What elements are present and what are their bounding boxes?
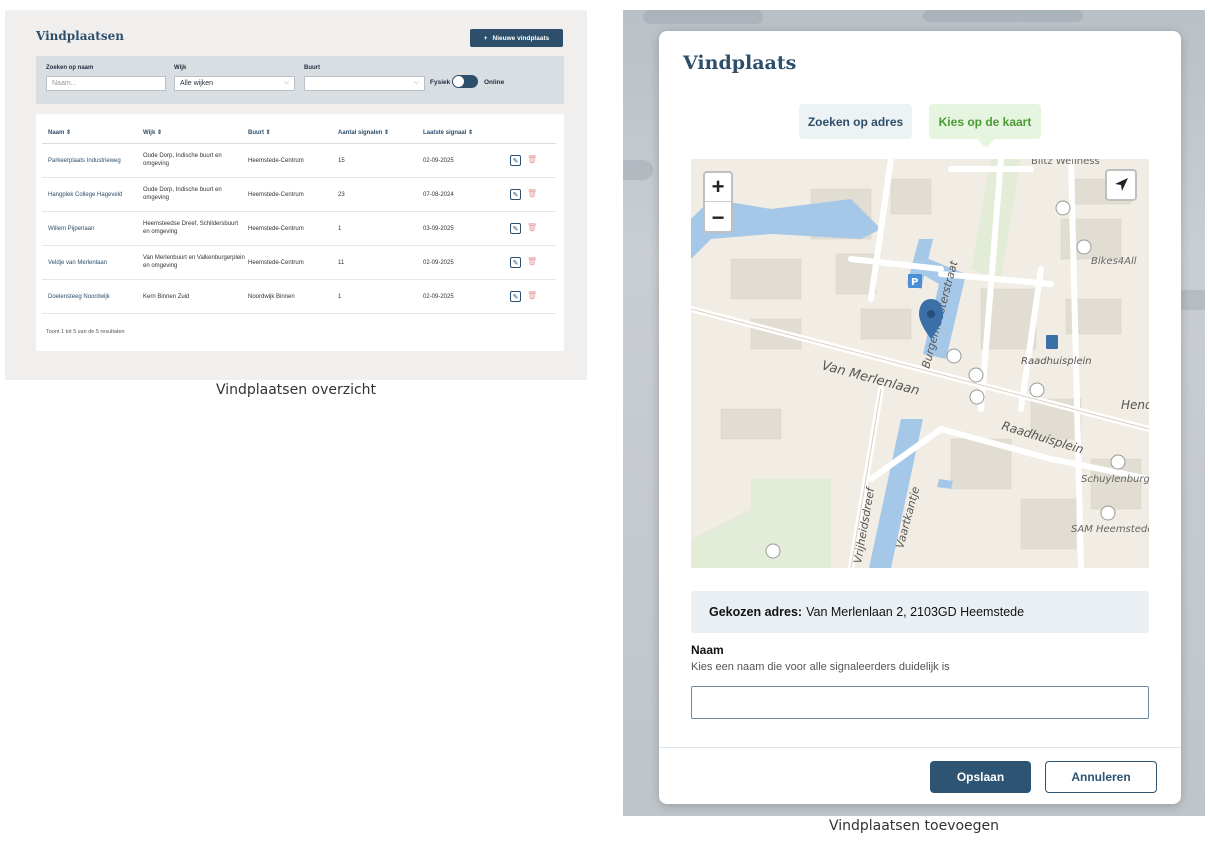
- buurt-label: Buurt: [304, 65, 320, 71]
- map-poi-label: Schuylenburgh: [1081, 474, 1149, 485]
- map-poi-label: SAM Heemstede: [1071, 524, 1149, 535]
- column-header-laatste[interactable]: Laatste signaal ⇕: [423, 129, 473, 136]
- modal-footer-divider: [659, 747, 1181, 748]
- search-label: Zoeken op naam: [46, 65, 94, 71]
- toggle-label-online: Online: [484, 79, 505, 86]
- cell-buurt: Heemstede-Centrum: [248, 226, 304, 232]
- cell-aantal: 15: [338, 158, 345, 164]
- cell-aantal: 1: [338, 294, 342, 300]
- cell-buurt: Heemstede-Centrum: [248, 192, 304, 198]
- address-label: Gekozen adres:: [709, 605, 803, 619]
- column-header-aantal[interactable]: Aantal signalen ⇕: [338, 129, 389, 136]
- column-header-buurt[interactable]: Buurt ⇕: [248, 129, 271, 136]
- vindplaatsen-table: Naam ⇕ Wijk ⇕ Buurt ⇕ Aantal signalen ⇕ …: [36, 114, 564, 351]
- table-row[interactable]: Doelensteeg Noordwijk Kern Binnen Zuid N…: [42, 280, 556, 314]
- toggle-knob: [453, 76, 464, 87]
- fysiek-online-toggle[interactable]: [452, 75, 478, 88]
- new-vindplaats-label: Nieuwe vindplaats: [492, 34, 550, 42]
- map-canvas: Van Merlenlaan Raadhuisplein Raadhuisple…: [691, 159, 1149, 568]
- add-screenshot: Vindplaats Zoeken op adres Kies op de ka…: [623, 10, 1205, 816]
- overview-screenshot: Vindplaatsen + Nieuwe vindplaats Zoeken …: [5, 10, 587, 380]
- column-header-wijk[interactable]: Wijk ⇕: [143, 129, 162, 136]
- map-poi-label: Blitz Wellness: [1031, 159, 1100, 167]
- blurred-background: [623, 160, 653, 180]
- new-vindplaats-button[interactable]: + Nieuwe vindplaats: [470, 29, 563, 47]
- map[interactable]: Van Merlenlaan Raadhuisplein Raadhuisple…: [691, 159, 1149, 568]
- table-row[interactable]: Hangplek College Hageveld Oude Dorp, Ind…: [42, 178, 556, 212]
- trash-icon[interactable]: 🗑: [527, 155, 537, 164]
- table-row[interactable]: Parkeerplaats Industrieweg Oude Dorp, In…: [42, 144, 556, 178]
- cell-wijk: Oude Dorp, Indische buurt en omgeving: [143, 187, 222, 201]
- active-tab-pointer: [977, 139, 995, 148]
- navigation-arrow-icon: [1115, 178, 1128, 191]
- edit-icon[interactable]: ✎: [510, 291, 521, 302]
- address-value: Van Merlenlaan 2, 2103GD Heemstede: [806, 605, 1025, 619]
- cell-naam[interactable]: Parkeerplaats Industrieweg: [48, 157, 121, 165]
- cell-wijk: Van Merlenbuurt en Valkenburgerplein en …: [143, 255, 245, 269]
- edit-icon[interactable]: ✎: [510, 189, 521, 200]
- naam-label: Naam: [691, 643, 724, 657]
- cell-aantal: 1: [338, 226, 342, 232]
- zoom-out-button[interactable]: −: [705, 203, 731, 232]
- cell-wijk: Oude Dorp, Indische buurt en omgeving: [143, 153, 222, 167]
- buurt-select[interactable]: ⌵: [304, 76, 425, 91]
- toggle-label-fysiek: Fysiek: [430, 79, 451, 86]
- tab-choose-map[interactable]: Kies op de kaart: [929, 104, 1041, 139]
- column-header-naam[interactable]: Naam ⇕: [48, 129, 71, 136]
- cell-laatste: 02-09-2025: [423, 260, 454, 266]
- wijk-select-value: Alle wijken: [180, 80, 214, 87]
- edit-icon[interactable]: ✎: [510, 223, 521, 234]
- cell-buurt: Heemstede-Centrum: [248, 158, 304, 164]
- naam-input[interactable]: [691, 686, 1149, 719]
- cell-laatste: 07-08-2024: [423, 192, 454, 198]
- edit-icon[interactable]: ✎: [510, 155, 521, 166]
- blurred-background: [923, 10, 1083, 22]
- modal-title: Vindplaats: [683, 52, 797, 74]
- table-row[interactable]: Veldje van Merlenlaan Van Merlenbuurt en…: [42, 246, 556, 280]
- naam-help-text: Kies een naam die voor alle signaleerder…: [691, 661, 950, 673]
- selected-address: Gekozen adres: Van Merlenlaan 2, 2103GD …: [691, 591, 1149, 633]
- cell-naam[interactable]: Hangplek College Hageveld: [48, 191, 122, 199]
- chevron-down-icon: ⌵: [283, 79, 289, 86]
- cell-naam[interactable]: Veldje van Merlenlaan: [48, 259, 107, 267]
- edit-icon[interactable]: ✎: [510, 257, 521, 268]
- trash-icon[interactable]: 🗑: [527, 223, 537, 232]
- trash-icon[interactable]: 🗑: [527, 189, 537, 198]
- wijk-label: Wijk: [174, 65, 187, 71]
- plus-icon: +: [483, 34, 488, 42]
- caption-overview: Vindplaatsen overzicht: [215, 382, 377, 398]
- cell-buurt: Heemstede-Centrum: [248, 260, 304, 266]
- cell-laatste: 02-09-2025: [423, 294, 454, 300]
- cell-wijk: Heemsteedse Dreef, Schildersbuurt en omg…: [143, 221, 239, 235]
- table-results-count: Toont 1 tot 5 van de 5 resultaten: [46, 329, 125, 335]
- cancel-button[interactable]: Annuleren: [1045, 761, 1157, 793]
- chevron-down-icon: ⌵: [413, 79, 419, 86]
- add-vindplaats-modal: Vindplaats Zoeken op adres Kies op de ka…: [659, 31, 1181, 804]
- cell-laatste: 03-09-2025: [423, 226, 454, 232]
- map-poi-label: Bikes4All: [1091, 256, 1137, 267]
- table-row[interactable]: Willem Pijperlaan Heemsteedse Dreef, Sch…: [42, 212, 556, 246]
- cell-buurt: Noordwijk Binnen: [248, 294, 295, 300]
- wijk-select[interactable]: Alle wijken ⌵: [174, 76, 295, 91]
- cell-laatste: 02-09-2025: [423, 158, 454, 164]
- trash-icon[interactable]: 🗑: [527, 291, 537, 300]
- trash-icon[interactable]: 🗑: [527, 257, 537, 266]
- cell-naam[interactable]: Willem Pijperlaan: [48, 225, 94, 233]
- save-button[interactable]: Opslaan: [930, 761, 1031, 793]
- map-street-label: Raadhuisplein: [1021, 356, 1092, 367]
- search-input[interactable]: Naam...: [46, 76, 166, 91]
- map-street-label: Hend: [1121, 398, 1149, 412]
- cell-wijk: Kern Binnen Zuid: [143, 294, 190, 300]
- tab-search-address[interactable]: Zoeken op adres: [799, 104, 912, 139]
- zoom-in-button[interactable]: +: [705, 173, 731, 202]
- parking-icon: P: [911, 277, 918, 288]
- cell-aantal: 11: [338, 260, 345, 266]
- page-title: Vindplaatsen: [36, 29, 124, 43]
- blurred-background: [643, 10, 763, 24]
- caption-add: Vindplaatsen toevoegen: [828, 818, 1000, 834]
- cell-naam[interactable]: Doelensteeg Noordwijk: [48, 293, 110, 301]
- locate-button[interactable]: [1105, 169, 1137, 201]
- zoom-control: + −: [703, 171, 733, 233]
- cell-aantal: 23: [338, 192, 345, 198]
